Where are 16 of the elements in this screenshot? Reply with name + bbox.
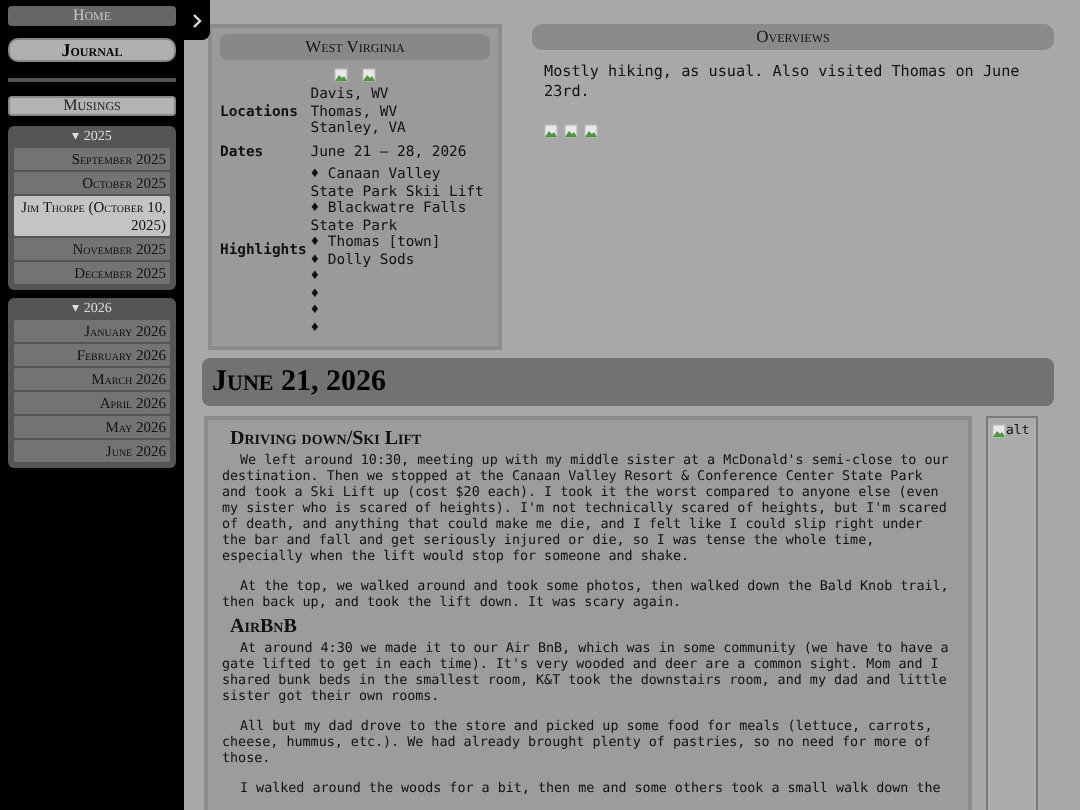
sidebar-toggle[interactable] [184, 0, 210, 40]
nav-link[interactable]: Journal [8, 38, 176, 62]
card-title: West Virginia [220, 34, 490, 60]
broken-image-icon [362, 68, 376, 82]
card-title: Overviews [532, 24, 1054, 50]
musings-link[interactable]: Musings [8, 96, 176, 116]
broken-image-icon [584, 124, 598, 138]
broken-image-icon [564, 124, 578, 138]
broken-image-icon [992, 423, 1006, 437]
chevron-right-icon [192, 13, 202, 27]
section-heading: AirBnB [228, 616, 299, 640]
section-heading: Driving down/Ski Lift [228, 428, 424, 452]
nav-link[interactable]: Home [8, 6, 176, 26]
day-heading: June 21, 2026 [202, 358, 1054, 406]
broken-image-icon [544, 124, 558, 138]
broken-image-icon [334, 68, 348, 82]
